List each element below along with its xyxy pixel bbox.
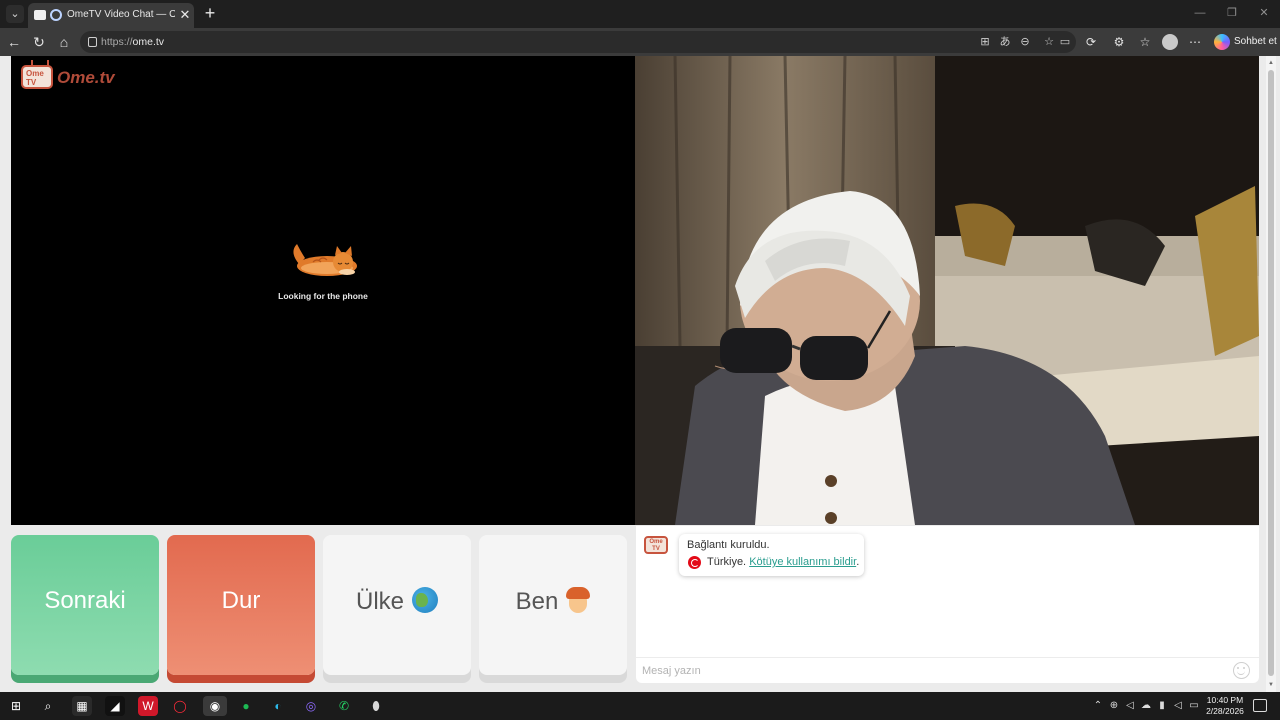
country-button[interactable]: Ülke (323, 535, 471, 675)
tray-network-icon[interactable]: ▭ (1188, 699, 1200, 713)
app-purple-icon[interactable]: ◎ (301, 696, 321, 716)
copilot-button[interactable]: Sohbet et (1212, 34, 1280, 50)
new-tab-button[interactable]: + (201, 4, 219, 23)
tv-logo-icon: Ome TV (21, 65, 53, 89)
tray-volume-icon[interactable]: ◁ (1124, 699, 1136, 713)
country-label: Ülke (355, 588, 404, 615)
connection-status-text: Bağlantı kuruldu. (687, 539, 770, 551)
whatsapp-icon[interactable]: ✆ (334, 696, 354, 716)
report-suffix: . (856, 556, 860, 568)
stranger-video: Ome TV Ome.tv Looking for the phone (11, 56, 635, 525)
logo-text: Ome.tv (57, 68, 115, 87)
stop-label: Dur (221, 587, 261, 614)
country-line: Türkiye. Kötüye kullanımı bildir. (707, 556, 859, 568)
clock-time: 10:40 PM (1206, 695, 1244, 705)
ometv-logo: Ome TV Ome.tv (21, 62, 117, 92)
lock-icon (88, 37, 97, 47)
minimize-icon[interactable]: — (1190, 5, 1210, 21)
next-label: Sonraki (44, 587, 126, 614)
tracking-prevention-icon[interactable]: ⊖ (1018, 35, 1032, 49)
url-text: https://ome.tv (101, 36, 165, 48)
tray-speaker-icon[interactable]: ◁ (1172, 699, 1184, 713)
me-label: Ben (515, 588, 559, 615)
chat-tv-logo-icon: Ome TV (644, 536, 668, 554)
tray-mic-icon[interactable]: ▮ (1156, 699, 1168, 713)
next-button[interactable]: Sonraki (11, 535, 159, 675)
sidebar-icon[interactable]: ⚙ (1110, 33, 1128, 51)
spotify-icon[interactable]: ● (236, 696, 256, 716)
opera-gx-icon[interactable]: ◉ (203, 696, 227, 716)
close-window-icon[interactable]: ✕ (1254, 5, 1274, 21)
wps-icon[interactable]: W (138, 696, 158, 716)
back-arrow-icon[interactable]: ← (5, 33, 23, 51)
profile-avatar[interactable] (1162, 34, 1178, 50)
star-icon[interactable]: ☆ (1042, 35, 1056, 49)
tray-chevron-up-icon[interactable]: ⌃ (1092, 699, 1104, 713)
globe-icon (412, 587, 438, 613)
camera-feed-image (635, 56, 1259, 525)
translate-icon[interactable]: あ (998, 35, 1012, 49)
tab-actions-chevron-down-icon[interactable]: ⌄ (6, 5, 24, 23)
tab-ometv[interactable]: OmeTV Video Chat — Omegle ✕ (28, 3, 194, 28)
chat-panel: Ome TV Bağlantı kuruldu. Türkiye. Kötüye… (636, 526, 1259, 683)
camera-permission-icon[interactable]: ▭ (1058, 35, 1072, 49)
apps-icon[interactable]: ⊞ (978, 35, 992, 49)
chat-input-bar (636, 657, 1259, 683)
tab-strip: ⌄ OmeTV Video Chat — Omegle ✕ + — ❐ ✕ (0, 0, 1280, 28)
me-label-wrap: Ben (479, 587, 627, 616)
mouse-app-icon[interactable]: ⬮ (366, 696, 386, 716)
scroll-up-icon[interactable]: ▲ (1266, 58, 1276, 68)
favorites-icon[interactable]: ☆ (1136, 33, 1154, 51)
smiley-icon[interactable] (1233, 662, 1250, 679)
extensions-icon[interactable]: ⟳ (1082, 33, 1100, 51)
me-button[interactable]: Ben (479, 535, 627, 675)
report-abuse-link[interactable]: Kötüye kullanımı bildir (749, 556, 856, 568)
searching-status: Looking for the phone (278, 291, 368, 301)
more-menu-icon[interactable]: ⋯ (1186, 33, 1204, 51)
tray-app-icon[interactable]: ⊕ (1108, 699, 1120, 713)
site-favicon-icon (50, 9, 62, 21)
stop-button[interactable]: Dur (167, 535, 315, 675)
restore-icon[interactable]: ❐ (1222, 5, 1242, 21)
mail-favicon-icon (34, 10, 46, 20)
tab-close-icon[interactable]: ✕ (178, 7, 192, 23)
clock-date: 2/28/2026 (1206, 706, 1244, 716)
self-camera-video (635, 56, 1259, 525)
windows-start-icon[interactable]: ⊞ (6, 696, 26, 716)
taskbar-clock[interactable]: 10:40 PM 2/28/2026 (1204, 695, 1246, 717)
edge-icon[interactable]: ◐ (268, 696, 288, 716)
app-dark-icon[interactable]: ◢ (105, 696, 125, 716)
message-input[interactable] (642, 663, 1222, 679)
scroll-down-icon[interactable]: ▼ (1266, 680, 1276, 690)
opera-icon[interactable]: ◯ (170, 696, 190, 716)
sleeping-cat-icon (293, 244, 357, 276)
copilot-icon (1214, 34, 1230, 50)
country-label-wrap: Ülke (323, 587, 471, 616)
reload-icon[interactable]: ↻ (30, 33, 48, 51)
copilot-label: Sohbet et (1234, 36, 1277, 47)
home-icon[interactable]: ⌂ (55, 33, 73, 51)
search-icon[interactable]: ⌕ (38, 696, 58, 716)
system-message-bubble: Bağlantı kuruldu. Türkiye. Kötüye kullan… (679, 534, 864, 576)
country-name: Türkiye. (707, 556, 747, 568)
windows-taskbar: ⊞ ⌕ ▦ ◢ W ◯ ◉ ● ◐ ◎ ✆ ⬮ ⌃ ⊕ ◁ ☁ ▮ ◁ ▭ 10… (0, 692, 1280, 720)
address-bar[interactable]: https://ome.tv ⊞ あ ⊖ ☆ ▭ (80, 31, 1076, 53)
store-icon[interactable]: ▦ (72, 696, 92, 716)
scrollbar-thumb[interactable] (1268, 70, 1274, 676)
browser-toolbar: ← ↻ ⌂ https://ome.tv ⊞ あ ⊖ ☆ ▭ ⟳ ⚙ ☆ ⋯ S… (0, 28, 1280, 56)
notification-icon[interactable] (1253, 699, 1267, 712)
tray-cloud-icon[interactable]: ☁ (1140, 699, 1152, 713)
turkey-flag-icon (688, 556, 701, 569)
boy-face-icon (566, 587, 591, 613)
tab-title: OmeTV Video Chat — Omegle (67, 9, 175, 20)
ometv-page: Ome TV Ome.tv Looking for the phone ▲ ▼ … (0, 56, 1280, 692)
